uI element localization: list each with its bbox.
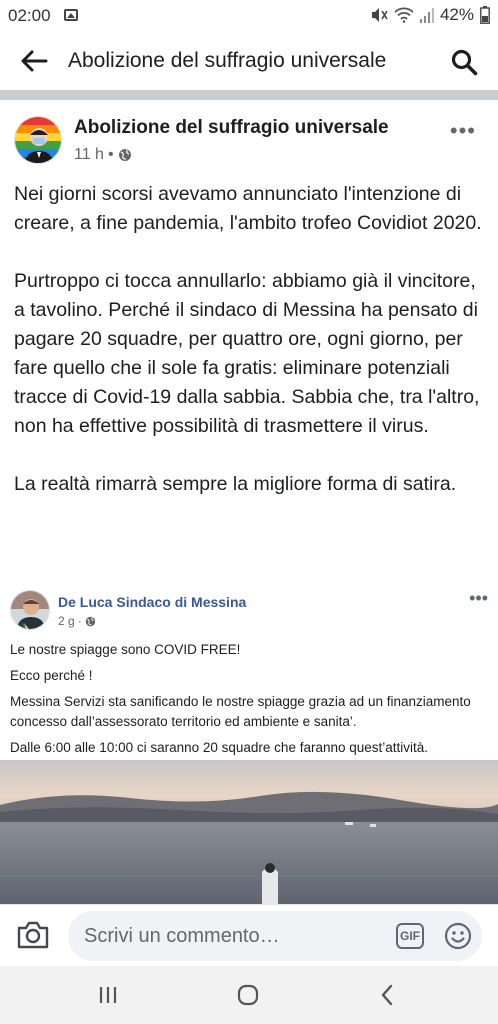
shared-author-avatar[interactable] [10, 590, 50, 630]
shared-post[interactable]: De Luca Sindaco di Messina 2 g · ••• Le … [0, 584, 498, 904]
post-paragraph: La realtà rimarrà sempre la migliore for… [14, 473, 457, 495]
post-paragraph: Purtroppo ci tocca annullarlo: abbiamo g… [14, 270, 480, 437]
meta-separator-dot: · [77, 614, 82, 628]
status-time: 02:00 [8, 6, 51, 25]
post-meta: 11 h • [74, 146, 132, 164]
signal-icon [419, 8, 434, 23]
mute-icon [371, 8, 388, 22]
home-icon[interactable] [236, 983, 260, 1007]
gif-button[interactable]: GIF [396, 923, 424, 949]
status-indicators: 42% [370, 5, 490, 25]
camera-icon[interactable] [16, 920, 50, 950]
globe-icon [118, 149, 131, 161]
search-icon[interactable] [450, 48, 478, 76]
beach-photo[interactable] [0, 760, 498, 904]
comment-bar: Scrivi un commento… GIF [0, 904, 498, 966]
gallery-notification-icon [64, 9, 78, 21]
shared-author-name[interactable]: De Luca Sindaco di Messina [58, 594, 246, 610]
post-header: Abolizione del suffragio universale 11 h… [0, 108, 498, 174]
battery-percent: 42% [439, 5, 474, 24]
battery-icon [480, 6, 490, 24]
comment-input[interactable]: Scrivi un commento… GIF [68, 911, 482, 961]
section-divider [0, 90, 498, 100]
post-time[interactable]: 11 h [74, 146, 104, 164]
shared-post-line: Ecco perché ! [10, 668, 93, 683]
shared-post-line: Messina Servizi sta sanificando le nostr… [10, 694, 471, 729]
status-bar: 02:00 42% [0, 0, 498, 32]
shared-post-line: Dalle 6:00 alle 10:00 ci saranno 20 squa… [10, 740, 429, 755]
shared-post-more-icon[interactable]: ••• [469, 588, 488, 609]
shared-post-text: Le nostre spiagge sono COVID FREE! Ecco … [10, 640, 490, 758]
comment-placeholder: Scrivi un commento… [84, 925, 280, 947]
post-body: Nei giorni scorsi avevamo annunciato l'i… [14, 180, 486, 528]
page-avatar[interactable] [14, 116, 62, 164]
shared-post-line: Le nostre spiagge sono COVID FREE! [10, 642, 241, 657]
shared-post-meta: 2 g · [58, 614, 96, 628]
system-nav-bar [0, 966, 498, 1024]
page-title: Abolizione del suffragio universale [68, 49, 387, 72]
globe-icon [85, 616, 95, 626]
post-more-icon[interactable]: ••• [450, 118, 476, 144]
app-bar: Abolizione del suffragio universale [0, 32, 498, 90]
recents-icon[interactable] [96, 983, 120, 1007]
meta-separator-dot: • [107, 146, 114, 163]
chevron-left-icon[interactable] [376, 983, 400, 1007]
emoji-icon[interactable] [444, 922, 472, 950]
back-arrow-icon[interactable] [20, 48, 48, 74]
wifi-icon [394, 7, 414, 23]
post-author[interactable]: Abolizione del suffragio universale [74, 117, 389, 139]
shared-post-time[interactable]: 2 g [58, 614, 75, 628]
post-paragraph: Nei giorni scorsi avevamo annunciato l'i… [14, 183, 482, 234]
